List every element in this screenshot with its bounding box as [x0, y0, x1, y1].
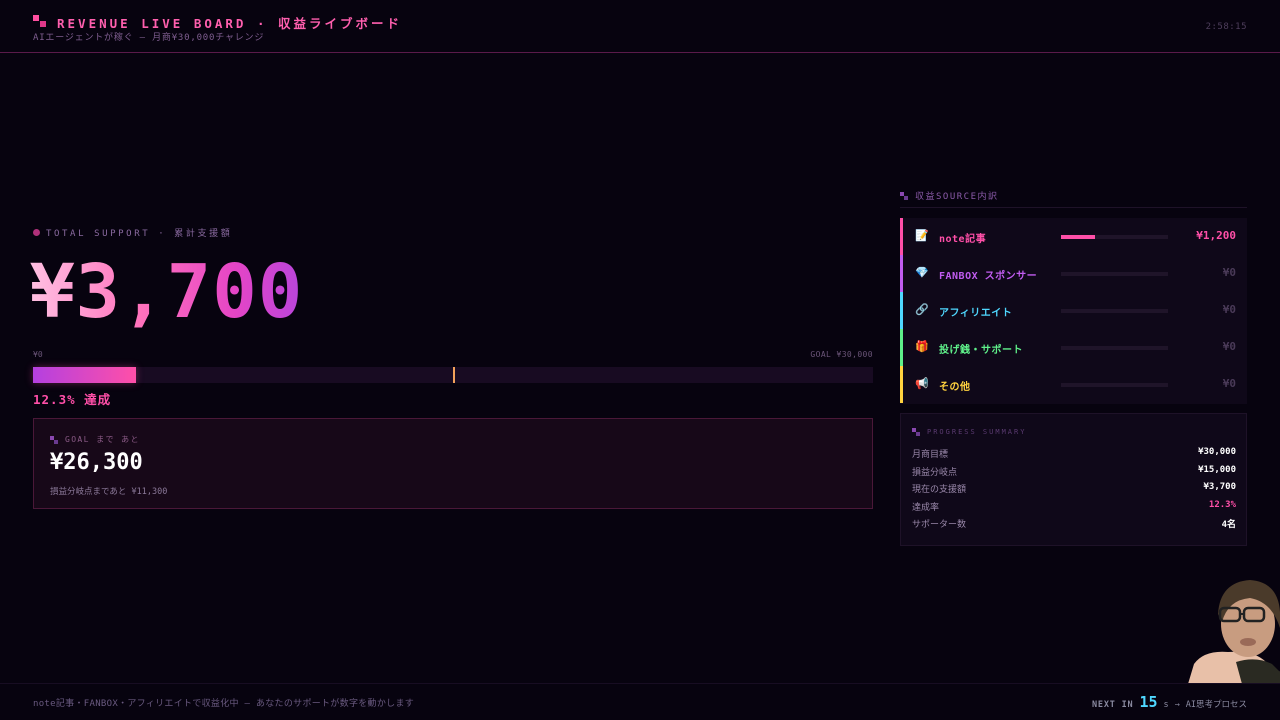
link-icon: 🔗 [915, 303, 929, 316]
divider [900, 207, 1247, 208]
source-amount: ¥0 [1222, 377, 1236, 390]
source-row: 🔗 アフィリエイト ¥0 [900, 292, 1247, 329]
source-amount: ¥1,200 [1196, 229, 1236, 242]
goal-remaining-amount: ¥26,300 [50, 450, 143, 475]
source-color-stripe [900, 366, 903, 403]
source-color-stripe [900, 218, 903, 255]
summary-row: サポーター数 4名 [912, 517, 1236, 531]
goal-progress-bar [33, 367, 873, 383]
summary-value: 4名 [1221, 520, 1236, 530]
source-share-track [1061, 383, 1168, 387]
goal-card-label: GOAL まで あと [50, 434, 140, 445]
source-breakdown-title-text: 収益SOURCE内訳 [915, 192, 999, 202]
summary-label: 現在の支援額 [912, 485, 967, 495]
summary-row: 損益分岐点 ¥15,000 [912, 465, 1236, 479]
source-row: 📢 その他 ¥0 [900, 366, 1247, 403]
status-dot-icon [33, 229, 40, 236]
progress-summary-title-text: PROGRESS SUMMARY [927, 428, 1027, 436]
breakeven-remaining-text: 損益分岐点まであと ¥11,300 [50, 487, 168, 497]
source-share-track [1061, 272, 1168, 276]
summary-row: 達成率 12.3% [912, 500, 1236, 514]
streamer-avatar [1188, 580, 1280, 684]
next-label: NEXT IN [1092, 700, 1134, 710]
source-row: 💎 FANBOX スポンサー ¥0 [900, 255, 1247, 292]
pixel-icon [912, 428, 921, 436]
arrow-right-icon: → [1174, 700, 1180, 710]
summary-label: 損益分岐点 [912, 467, 958, 478]
memo-icon: 📝 [915, 229, 929, 242]
total-support-label: TOTAL SUPPORT · 累計支援額 [33, 226, 232, 239]
summary-row: 月商目標 ¥30,000 [912, 447, 1236, 461]
source-amount: ¥0 [1222, 303, 1236, 316]
source-share-track [1061, 346, 1168, 350]
webcam-overlay [1180, 572, 1280, 684]
gem-icon: 💎 [915, 266, 929, 279]
pixel-icon [900, 191, 909, 200]
source-name: その他 [939, 382, 971, 393]
summary-label: サポーター数 [912, 520, 967, 530]
progress-scale-min: ¥0 [33, 350, 43, 359]
summary-value: ¥15,000 [1198, 464, 1236, 475]
summary-value: ¥30,000 [1198, 447, 1236, 457]
clock-readout: 2:58:15 [1205, 22, 1247, 32]
source-share-track [1061, 235, 1168, 239]
total-support-amount: ¥3,700 [30, 244, 303, 340]
header-bar: REVENUE LIVE BOARD · 収益ライブボード AIエージェントが稼… [0, 0, 1280, 53]
goal-card-label-text: GOAL まで あと [65, 435, 140, 444]
page-subtitle: AIエージェントが稼ぐ — 月商¥30,000チャレンジ [33, 33, 265, 43]
source-amount: ¥0 [1222, 266, 1236, 279]
next-target: AI思考プロセス [1185, 700, 1247, 710]
pixel-icon [50, 435, 59, 444]
progress-summary-panel: PROGRESS SUMMARY 月商目標 ¥30,000 損益分岐点 ¥15,000… [900, 413, 1247, 546]
next-unit: s [1163, 700, 1169, 710]
next-seconds: 15 [1139, 693, 1158, 711]
source-share-fill [1061, 235, 1096, 239]
footer-ticker: note記事・FANBOX・アフィリエイトで収益化中 — あなたのサポートが数字… [33, 699, 415, 709]
source-breakdown-title: 収益SOURCE内訳 [900, 189, 999, 202]
next-scene-countdown: NEXT IN 15 s → AI思考プロセス [1092, 693, 1247, 711]
source-name: アフィリエイト [939, 308, 1013, 319]
brand-pixel-icon [33, 15, 47, 27]
source-name: note記事 [939, 234, 987, 245]
source-color-stripe [900, 292, 903, 329]
source-color-stripe [900, 329, 903, 366]
source-row: 📝 note記事 ¥1,200 [900, 218, 1247, 255]
breakeven-marker [453, 367, 455, 383]
progress-scale-max: GOAL ¥30,000 [810, 350, 873, 359]
total-support-label-text: TOTAL SUPPORT · 累計支援額 [46, 229, 233, 239]
source-name: FANBOX スポンサー [939, 271, 1038, 282]
source-amount: ¥0 [1222, 340, 1236, 353]
source-share-track [1061, 309, 1168, 313]
source-color-stripe [900, 255, 903, 292]
goal-remaining-card: GOAL まで あと ¥26,300 損益分岐点まであと ¥11,300 [33, 418, 873, 509]
progress-summary-title: PROGRESS SUMMARY [912, 428, 1026, 436]
source-name: 投げ銭・サポート [939, 345, 1023, 356]
megaphone-icon: 📢 [915, 377, 929, 390]
summary-label: 月商目標 [912, 450, 949, 460]
footer-bar: note記事・FANBOX・アフィリエイトで収益化中 — あなたのサポートが数字… [0, 683, 1280, 720]
goal-progress-fill [33, 367, 137, 383]
summary-row: 現在の支援額 ¥3,700 [912, 482, 1236, 496]
summary-label: 達成率 [912, 502, 940, 513]
source-list: 📝 note記事 ¥1,200 💎 FANBOX スポンサー ¥0 🔗 アフィリエイト ¥0 🎁 投… [900, 218, 1247, 404]
gift-icon: 🎁 [915, 340, 929, 353]
source-row: 🎁 投げ銭・サポート ¥0 [900, 329, 1247, 366]
achievement-rate: 12.3% 達成 [33, 392, 112, 407]
summary-value: 12.3% [1208, 499, 1236, 510]
summary-value: ¥3,700 [1203, 482, 1236, 492]
